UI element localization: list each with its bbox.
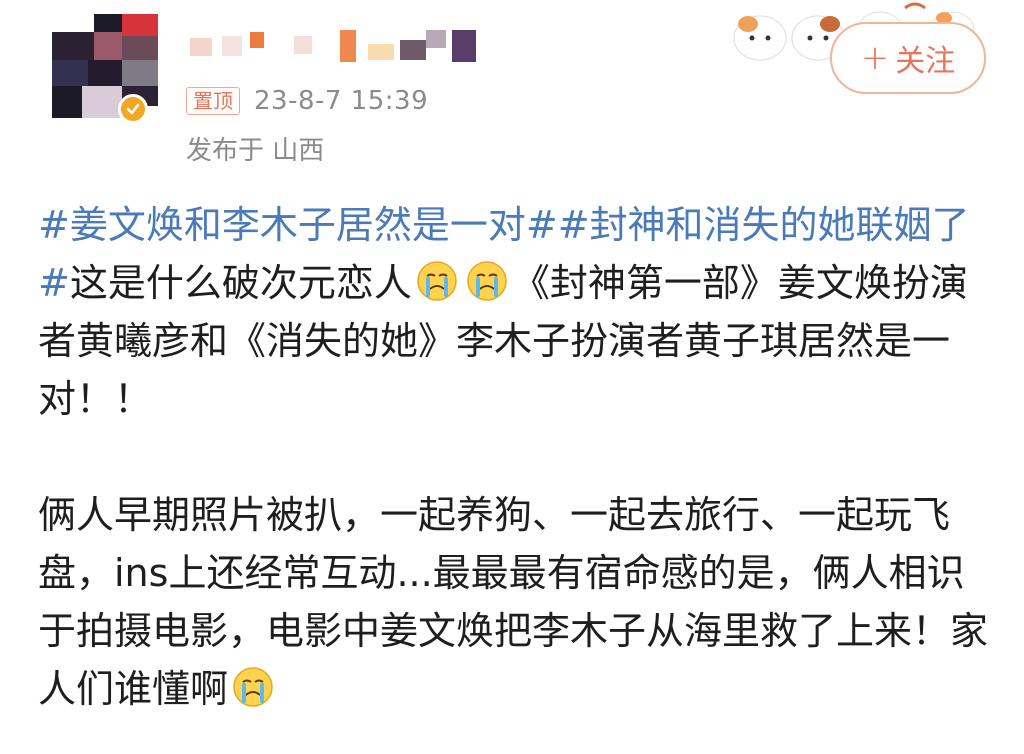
post-paragraph-2: 俩人早期照片被扒，一起养狗、一起去旅行、一起玩飞盘，ins上还经常互动...最最… [38, 486, 988, 718]
crying-face-icon [233, 667, 273, 707]
post-location: 发布于 山西 [186, 136, 325, 166]
post-body: #姜文焕和李木子居然是一对##封神和消失的她联姻了#这是什么破次元恋人 《封神第一… [38, 196, 988, 718]
crying-face-icon [467, 261, 507, 301]
post-text: 俩人早期照片被扒，一起养狗、一起去旅行、一起玩飞盘，ins上还经常互动...最最… [38, 493, 989, 711]
follow-button-label: 关注 [895, 44, 956, 79]
pinned-badge: 置顶 [186, 87, 240, 115]
post-text: 这是什么破次元恋人 [69, 261, 412, 305]
follow-button[interactable]: + 关注 [830, 22, 986, 94]
verified-badge-icon [118, 94, 148, 124]
hashtag-link[interactable]: #姜文焕和李木子居然是一对# [38, 203, 558, 247]
post-timestamp: 23-8-7 15:39 [254, 86, 429, 116]
post-paragraph-1: #姜文焕和李木子居然是一对##封神和消失的她联姻了#这是什么破次元恋人 《封神第一… [38, 196, 988, 428]
username-redacted[interactable] [190, 30, 520, 62]
plus-icon: + [860, 38, 890, 78]
crying-face-icon [417, 261, 457, 301]
